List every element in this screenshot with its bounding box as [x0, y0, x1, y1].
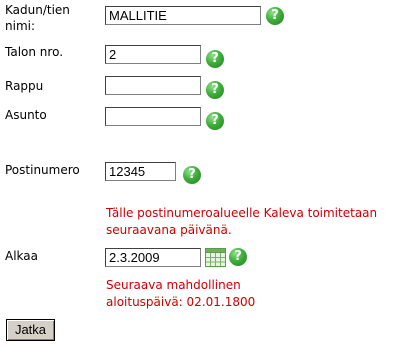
start-date-note-line2: aloituspäivä: 02.01.1800 — [106, 295, 256, 309]
start-date-input[interactable]: 2.3.2009 — [105, 248, 201, 267]
start-date-help-icon[interactable]: ? — [229, 248, 247, 266]
staircase-label: Rappu — [5, 79, 44, 93]
start-date-label: Alkaa — [5, 249, 38, 263]
apartment-input[interactable] — [105, 107, 201, 126]
apartment-label: Asunto — [5, 108, 47, 122]
apartment-help-icon[interactable]: ? — [206, 112, 224, 130]
house-number-help-icon[interactable]: ? — [206, 50, 224, 68]
street-input[interactable]: MALLITIE — [105, 6, 261, 25]
house-number-input[interactable]: 2 — [105, 45, 201, 64]
staircase-help-icon[interactable]: ? — [206, 81, 224, 99]
postal-code-label: Postinumero — [5, 163, 80, 177]
postal-code-input[interactable]: 12345 — [105, 162, 176, 181]
street-label: Kadun/tien nimi: — [5, 3, 70, 33]
postal-code-delivery-note: Tälle postinumeroalueelle Kaleva toimite… — [106, 206, 378, 237]
staircase-input[interactable] — [105, 76, 201, 95]
street-help-icon[interactable]: ? — [266, 7, 284, 25]
postal-code-help-icon[interactable]: ? — [183, 166, 201, 184]
calendar-icon[interactable] — [205, 248, 226, 267]
continue-button[interactable]: Jatka — [6, 319, 55, 341]
start-date-note-line1: Seuraava mahdollinen — [106, 278, 241, 292]
house-number-label: Talon nro. — [5, 45, 64, 59]
